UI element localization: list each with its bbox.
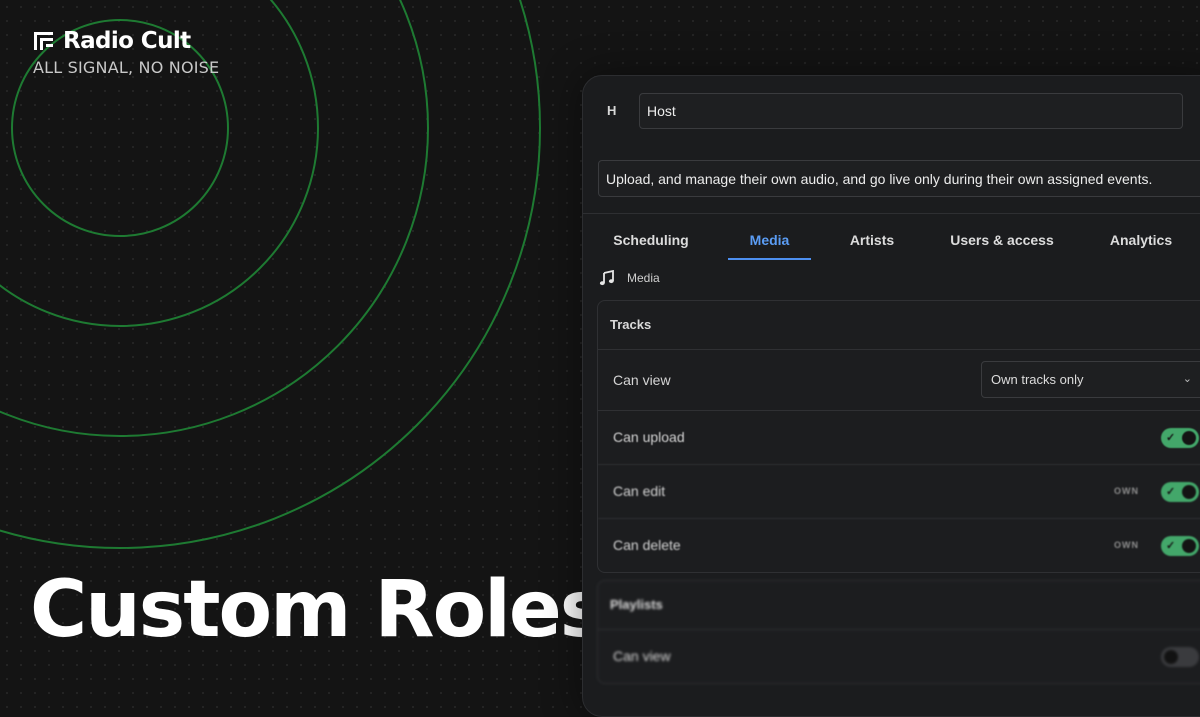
- tab-artists[interactable]: Artists: [838, 224, 906, 258]
- check-icon: ✓: [1166, 432, 1176, 444]
- radiocult-logo-icon: [34, 32, 53, 50]
- can-delete-row: Can delete OWN ✓: [598, 519, 1200, 572]
- can-edit-label: Can edit: [613, 483, 666, 499]
- tracks-card: Tracks Can view Own tracks only ⌄ Can up…: [597, 300, 1200, 573]
- own-badge: OWN: [1114, 486, 1139, 496]
- tab-scheduling[interactable]: Scheduling: [601, 224, 701, 258]
- section-header: Media: [599, 270, 660, 286]
- toggle-knob: [1182, 431, 1196, 445]
- can-view-value: Own tracks only: [991, 372, 1084, 387]
- brand-name: Radio Cult: [63, 28, 191, 54]
- playlists-can-view-row: Can view: [598, 630, 1200, 683]
- can-upload-row: Can upload ✓: [598, 411, 1200, 465]
- hero-title: Custom Roles: [30, 565, 606, 655]
- playlists-title: Playlists: [598, 581, 1200, 630]
- own-badge: OWN: [1114, 540, 1139, 550]
- check-icon: ✓: [1166, 486, 1176, 498]
- section-label: Media: [627, 271, 660, 285]
- divider: [583, 213, 1200, 214]
- can-view-label: Can view: [613, 372, 671, 388]
- role-editor-panel: H Scheduling Media Artists Users & acces…: [582, 75, 1200, 717]
- can-delete-toggle[interactable]: ✓: [1161, 536, 1199, 556]
- role-description-input[interactable]: [598, 160, 1200, 197]
- playlists-can-view-label: Can view: [613, 648, 671, 664]
- role-name-row: H: [583, 76, 1200, 148]
- chevron-down-icon: ⌄: [1182, 373, 1192, 385]
- can-view-select[interactable]: Own tracks only ⌄: [981, 361, 1200, 398]
- can-edit-row: Can edit OWN ✓: [598, 465, 1200, 519]
- can-delete-label: Can delete: [613, 537, 681, 553]
- role-name-input[interactable]: [639, 93, 1183, 129]
- can-edit-toggle[interactable]: ✓: [1161, 482, 1199, 502]
- playlists-can-view-toggle[interactable]: [1161, 647, 1199, 667]
- tab-analytics[interactable]: Analytics: [1097, 224, 1185, 258]
- toggle-knob: [1182, 539, 1196, 553]
- can-upload-toggle[interactable]: ✓: [1161, 428, 1199, 448]
- role-initial: H: [607, 103, 617, 118]
- can-upload-label: Can upload: [613, 429, 685, 445]
- playlists-card: Playlists Can view: [597, 580, 1200, 684]
- can-view-row: Can view Own tracks only ⌄: [598, 350, 1200, 411]
- tab-media[interactable]: Media: [728, 224, 811, 260]
- music-note-icon: [599, 270, 614, 286]
- tracks-title: Tracks: [598, 301, 1200, 350]
- toggle-knob: [1182, 485, 1196, 499]
- brand-tagline: ALL SIGNAL, NO NOISE: [33, 58, 220, 77]
- brand: Radio Cult ALL SIGNAL, NO NOISE: [33, 28, 219, 78]
- tab-users-access[interactable]: Users & access: [942, 224, 1062, 258]
- toggle-knob: [1164, 650, 1178, 664]
- check-icon: ✓: [1166, 540, 1176, 552]
- permission-tabs: Scheduling Media Artists Users & access …: [583, 224, 1200, 260]
